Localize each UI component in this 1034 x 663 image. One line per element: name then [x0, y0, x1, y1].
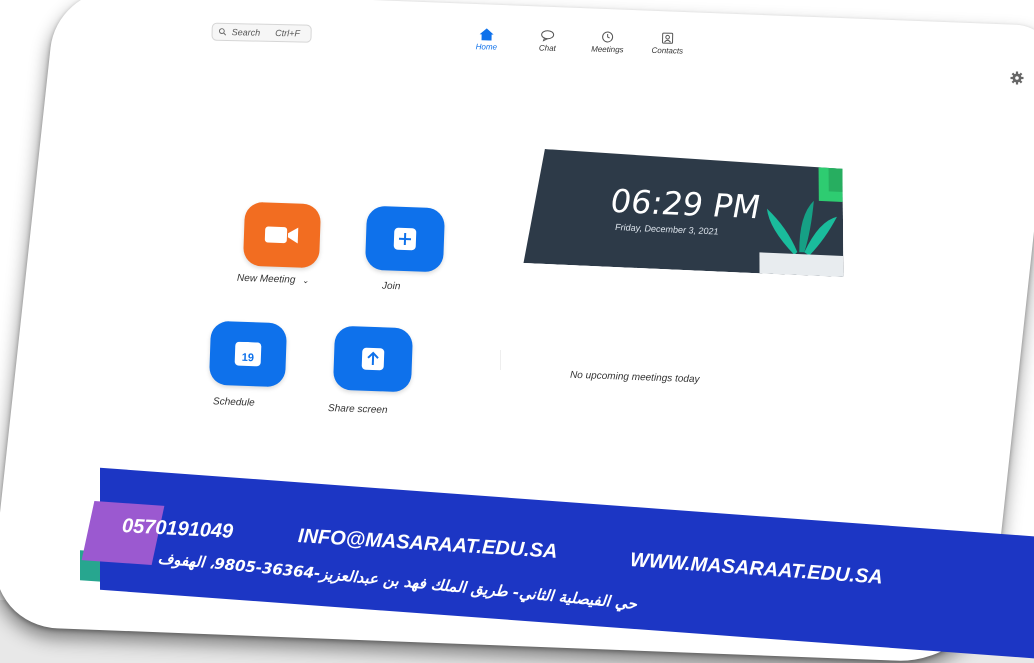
- chat-icon: [541, 30, 555, 42]
- schedule-button[interactable]: 19: [208, 320, 288, 388]
- contacts-icon: [662, 32, 674, 44]
- tab-chat[interactable]: Chat: [517, 29, 577, 53]
- zoom-home: Search Ctrl+F Home Chat Meetings Contact…: [0, 0, 1034, 663]
- plus-icon: [393, 227, 417, 251]
- tab-meetings[interactable]: Meetings: [577, 30, 637, 54]
- search-shortcut: Ctrl+F: [275, 27, 301, 39]
- plant-illustration: [758, 158, 843, 277]
- video-camera-icon: [264, 226, 299, 244]
- calendar-icon: 19: [234, 341, 262, 367]
- share-arrow-icon: [361, 347, 385, 371]
- tab-label: Home: [475, 42, 498, 52]
- search-label: Search: [231, 27, 261, 38]
- meetings-status: No upcoming meetings today: [569, 369, 700, 386]
- contact-banner: 0570191049 INFO@MASARAAT.EDU.SA WWW.MASA…: [60, 467, 1034, 661]
- tab-label: Meetings: [591, 44, 624, 55]
- new-meeting-button[interactable]: [242, 201, 322, 269]
- search-icon: [218, 28, 227, 36]
- schedule-label: Schedule: [212, 396, 255, 409]
- chevron-down-icon[interactable]: ⌄: [302, 276, 309, 285]
- join-button[interactable]: [364, 205, 446, 273]
- join-label: Join: [381, 280, 401, 293]
- share-screen-label: Share screen: [327, 402, 388, 417]
- tab-contacts[interactable]: Contacts: [637, 32, 697, 56]
- share-screen-button[interactable]: [332, 325, 414, 393]
- tab-home[interactable]: Home: [456, 28, 516, 52]
- meetings-icon: [602, 31, 614, 43]
- tab-label: Chat: [538, 43, 556, 53]
- divider: [500, 350, 501, 370]
- clock-date: Friday, December 3, 2021: [615, 222, 719, 237]
- new-meeting-label: New Meeting ⌄: [236, 272, 309, 286]
- top-bar: Search Ctrl+F Home Chat Meetings Contact…: [179, 14, 1020, 82]
- clock-time: 06:29 PM: [610, 181, 761, 227]
- gear-icon[interactable]: [1010, 71, 1024, 85]
- home-icon: [479, 28, 494, 41]
- screenshot: Search Ctrl+F Home Chat Meetings Contact…: [0, 0, 1034, 663]
- clock-card: 06:29 PM Friday, December 3, 2021: [523, 148, 844, 277]
- search-box[interactable]: Search Ctrl+F: [211, 22, 312, 43]
- calendar-day: 19: [241, 351, 255, 365]
- tab-label: Contacts: [651, 45, 684, 56]
